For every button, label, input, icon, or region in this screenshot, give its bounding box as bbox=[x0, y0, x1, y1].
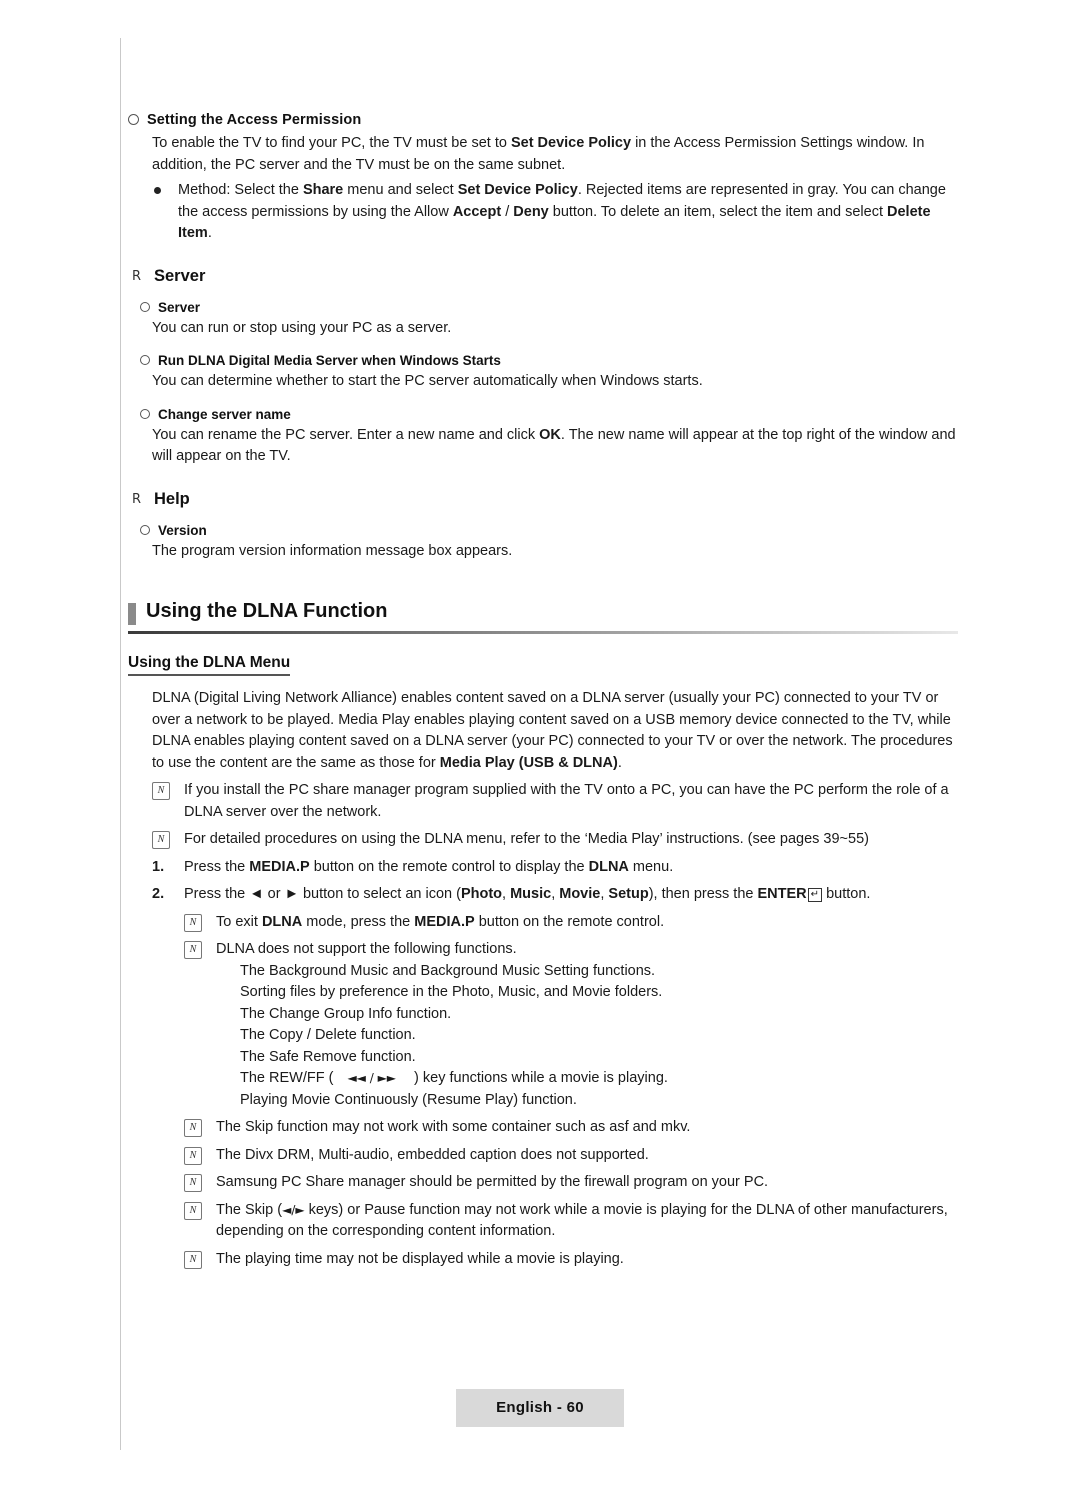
title-underline bbox=[128, 631, 958, 634]
server-item-body-1: You can determine whether to start the P… bbox=[152, 373, 703, 389]
dlna-step-1: 1. Press the MEDIA.P button on the remote… bbox=[152, 857, 958, 879]
enter-key-icon: ↵ bbox=[807, 888, 823, 902]
server-item-body-0: You can run or stop using your PC as a s… bbox=[152, 319, 452, 336]
access-permission-paragraph: To enable the TV to find your PC, the TV… bbox=[152, 135, 925, 173]
help-item-title: Version bbox=[140, 523, 958, 538]
dlna-menu-heading: Using the DLNA Menu bbox=[128, 654, 291, 676]
server-item-title-2: Change server name bbox=[140, 407, 958, 422]
dlna-note-divx: N The Divx DRM, Multi-audio, embedded cap… bbox=[184, 1145, 958, 1167]
note-icon: N bbox=[184, 941, 202, 959]
r-marker-icon: R bbox=[131, 268, 142, 284]
circle-bullet-icon bbox=[140, 355, 150, 366]
help-section-heading: R Help bbox=[128, 490, 958, 509]
page-footer: English - 60 bbox=[456, 1389, 624, 1427]
step-number: 1. bbox=[152, 858, 165, 875]
server-section-heading: R Server bbox=[128, 267, 958, 286]
dlna-note-skip-keys: N The Skip (◄/► keys) or Pause function m… bbox=[184, 1200, 958, 1243]
circle-bullet-icon bbox=[140, 408, 150, 419]
server-item-title-0: Server bbox=[140, 300, 958, 315]
note-icon: N bbox=[184, 1119, 202, 1137]
circle-bullet-icon bbox=[140, 301, 150, 312]
unsupported-item-0: The Background Music and Background Musi… bbox=[240, 962, 656, 979]
unsupported-item-1: Sorting files by preference in the Photo… bbox=[240, 984, 663, 1000]
server-item-title-1: Run DLNA Digital Media Server when Windo… bbox=[140, 353, 958, 368]
dlna-title-block: Using the DLNA Function bbox=[128, 600, 958, 638]
dlna-note-0: N If you install the PC share manager pro… bbox=[152, 780, 958, 823]
page: Setting the Access Permission To enable … bbox=[0, 0, 1080, 1488]
dlna-note-firewall: N Samsung PC Share manager should be perm… bbox=[184, 1172, 958, 1194]
page-title: Using the DLNA Function bbox=[146, 600, 388, 622]
server-item-body-2: You can rename the PC server. Enter a ne… bbox=[152, 426, 956, 465]
note-icon: N bbox=[184, 1146, 202, 1165]
unsupported-item-3: The Copy / Delete function. bbox=[240, 1027, 416, 1043]
rew-ff-icon: ◄◄ / ►► bbox=[347, 1071, 397, 1085]
note-icon: N bbox=[152, 782, 170, 800]
dlna-note-playing-time: N The playing time may not be displayed w… bbox=[184, 1249, 958, 1271]
dlna-note-exit: N To exit DLNA mode, press the MEDIA.P bu… bbox=[184, 912, 958, 934]
dlna-note-1: N For detailed procedures on using the DL… bbox=[152, 829, 958, 851]
unsupported-item-resume: Playing Movie Continuously (Resume Play)… bbox=[240, 1091, 577, 1108]
r-marker-icon: R bbox=[131, 491, 142, 507]
note-icon: N bbox=[184, 1250, 202, 1269]
step-number: 2. bbox=[152, 886, 165, 902]
dlna-intro-paragraph: DLNA (Digital Living Network Alliance) e… bbox=[152, 690, 953, 771]
access-permission-method: Method: Select the Share menu and select… bbox=[152, 180, 958, 245]
dlna-note-unsupported: N DLNA does not support the following fun… bbox=[184, 939, 958, 961]
note-icon: N bbox=[152, 831, 170, 849]
help-item-body: The program version information message … bbox=[152, 542, 513, 559]
left-margin-rule bbox=[120, 38, 121, 1450]
note-icon: N bbox=[184, 1174, 202, 1192]
dlna-step-2: 2. Press the ◄ or ► button to select an i… bbox=[152, 884, 958, 906]
title-accent-bar bbox=[128, 603, 136, 625]
page-content: Setting the Access Permission To enable … bbox=[128, 110, 958, 1270]
note-icon: N bbox=[184, 913, 202, 932]
unsupported-item-2: The Change Group Info function. bbox=[240, 1005, 452, 1022]
dot-bullet-icon bbox=[154, 187, 161, 194]
dlna-note-skip-container: N The Skip function may not work with som… bbox=[184, 1117, 958, 1139]
unsupported-item-rewff: The REW/FF (◄◄ / ►►) key functions while… bbox=[240, 1070, 668, 1086]
skip-keys-icon: ◄/► bbox=[282, 1202, 305, 1217]
access-permission-heading: Setting the Access Permission bbox=[128, 110, 958, 130]
circle-bullet-icon bbox=[128, 113, 139, 125]
unsupported-item-4: The Safe Remove function. bbox=[240, 1048, 416, 1065]
circle-bullet-icon bbox=[140, 524, 150, 535]
note-icon: N bbox=[184, 1201, 202, 1220]
